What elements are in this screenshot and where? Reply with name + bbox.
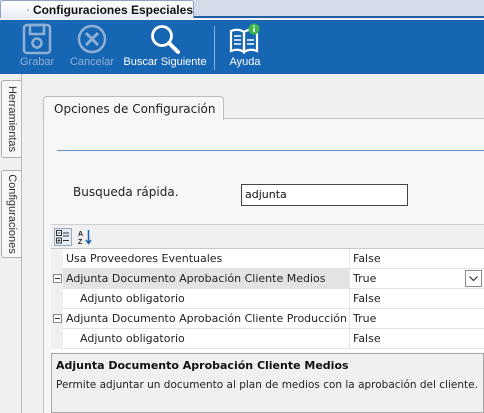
column-divider — [349, 329, 350, 349]
save-button-label: Grabar — [19, 56, 55, 68]
row-gutter — [51, 249, 63, 269]
categorized-view-button[interactable] — [54, 228, 72, 246]
row-gutter — [51, 329, 63, 349]
help-book-icon — [229, 23, 260, 55]
help-title: Adjunta Documento Aprobación Cliente Med… — [56, 359, 349, 372]
main-toolbar: Grabar Cancelar Buscar Siguiente Ayuda — [0, 20, 484, 74]
property-category-row[interactable]: Adjunta Documento Aprobación Cliente Pro… — [51, 309, 484, 329]
property-row[interactable]: Usa Proveedores Eventuales False — [51, 249, 484, 269]
side-tabs: Herramientas Configuraciones — [0, 74, 22, 413]
column-divider — [349, 249, 350, 269]
categorized-view-icon — [56, 230, 69, 244]
property-name: Adjunta Documento Aprobación Cliente Pro… — [66, 312, 347, 325]
property-grid: Usa Proveedores Eventuales False Adjunta… — [51, 248, 484, 352]
side-tab-label: Herramientas — [5, 85, 18, 153]
value-dropdown-button[interactable] — [465, 270, 482, 287]
collapse-icon[interactable] — [53, 314, 62, 323]
property-grid-toolbar: A Z — [51, 224, 484, 248]
save-icon — [22, 23, 52, 55]
find-next-button[interactable]: Buscar Siguiente — [121, 20, 209, 74]
tab-configuraciones-especiales[interactable]: Configuraciones Especiales — [0, 0, 194, 18]
quick-search-input[interactable]: adjunta — [241, 184, 408, 206]
help-button-label: Ayuda — [229, 56, 261, 68]
cancel-button-label: Cancelar — [69, 56, 115, 68]
property-name: Usa Proveedores Eventuales — [66, 252, 223, 265]
collapse-icon[interactable] — [53, 274, 62, 283]
property-value[interactable]: True — [353, 269, 376, 289]
side-tab-herramientas[interactable]: Herramientas — [1, 80, 21, 158]
row-gutter — [51, 289, 63, 309]
svg-text:A: A — [78, 231, 83, 238]
property-row[interactable]: Adjunto obligatorio False — [51, 329, 484, 349]
panel-tab-label: Opciones de Configuración — [54, 102, 216, 116]
column-divider — [349, 269, 350, 289]
side-tab-label: Configuraciones — [5, 174, 18, 254]
panel-divider — [57, 150, 484, 151]
save-button[interactable]: Grabar — [16, 20, 58, 74]
side-tab-configuraciones[interactable]: Configuraciones — [1, 170, 21, 258]
app-logo-icon — [27, 8, 29, 11]
column-divider — [349, 289, 350, 309]
column-divider — [349, 309, 350, 329]
property-name: Adjunta Documento Aprobación Cliente Med… — [66, 272, 326, 285]
svg-text:Z: Z — [78, 239, 83, 245]
property-row[interactable]: Adjunto obligatorio False — [51, 289, 484, 309]
property-value[interactable]: True — [353, 309, 376, 329]
toolbar-separator — [214, 26, 215, 70]
property-category-row[interactable]: Adjunta Documento Aprobación Cliente Med… — [51, 269, 484, 289]
property-name: Adjunto obligatorio — [80, 332, 185, 345]
main-content: Opciones de Configuración Busqueda rápid… — [23, 74, 484, 413]
find-next-button-label: Buscar Siguiente — [123, 56, 207, 68]
tab-title: Configuraciones Especiales — [32, 2, 193, 17]
property-value[interactable]: False — [353, 289, 381, 309]
document-tab-strip: Configuraciones Especiales — [0, 0, 484, 18]
property-name: Adjunto obligatorio — [80, 292, 185, 305]
help-button[interactable]: Ayuda — [225, 20, 265, 74]
chevron-down-icon — [469, 276, 478, 282]
property-help-panel: Adjunta Documento Aprobación Cliente Med… — [51, 353, 484, 413]
tab-opciones-configuracion[interactable]: Opciones de Configuración — [43, 96, 224, 120]
search-icon — [151, 25, 180, 54]
sort-alphabetical-icon: A Z — [78, 230, 92, 245]
cancel-icon — [77, 24, 107, 54]
quick-search-label: Busqueda rápida. — [73, 185, 179, 199]
property-value[interactable]: False — [353, 329, 381, 349]
help-description: Permite adjuntar un documento al plan de… — [56, 379, 478, 391]
alphabetical-sort-button[interactable]: A Z — [76, 228, 94, 246]
cancel-button[interactable]: Cancelar — [66, 20, 118, 74]
property-value[interactable]: False — [353, 249, 381, 269]
